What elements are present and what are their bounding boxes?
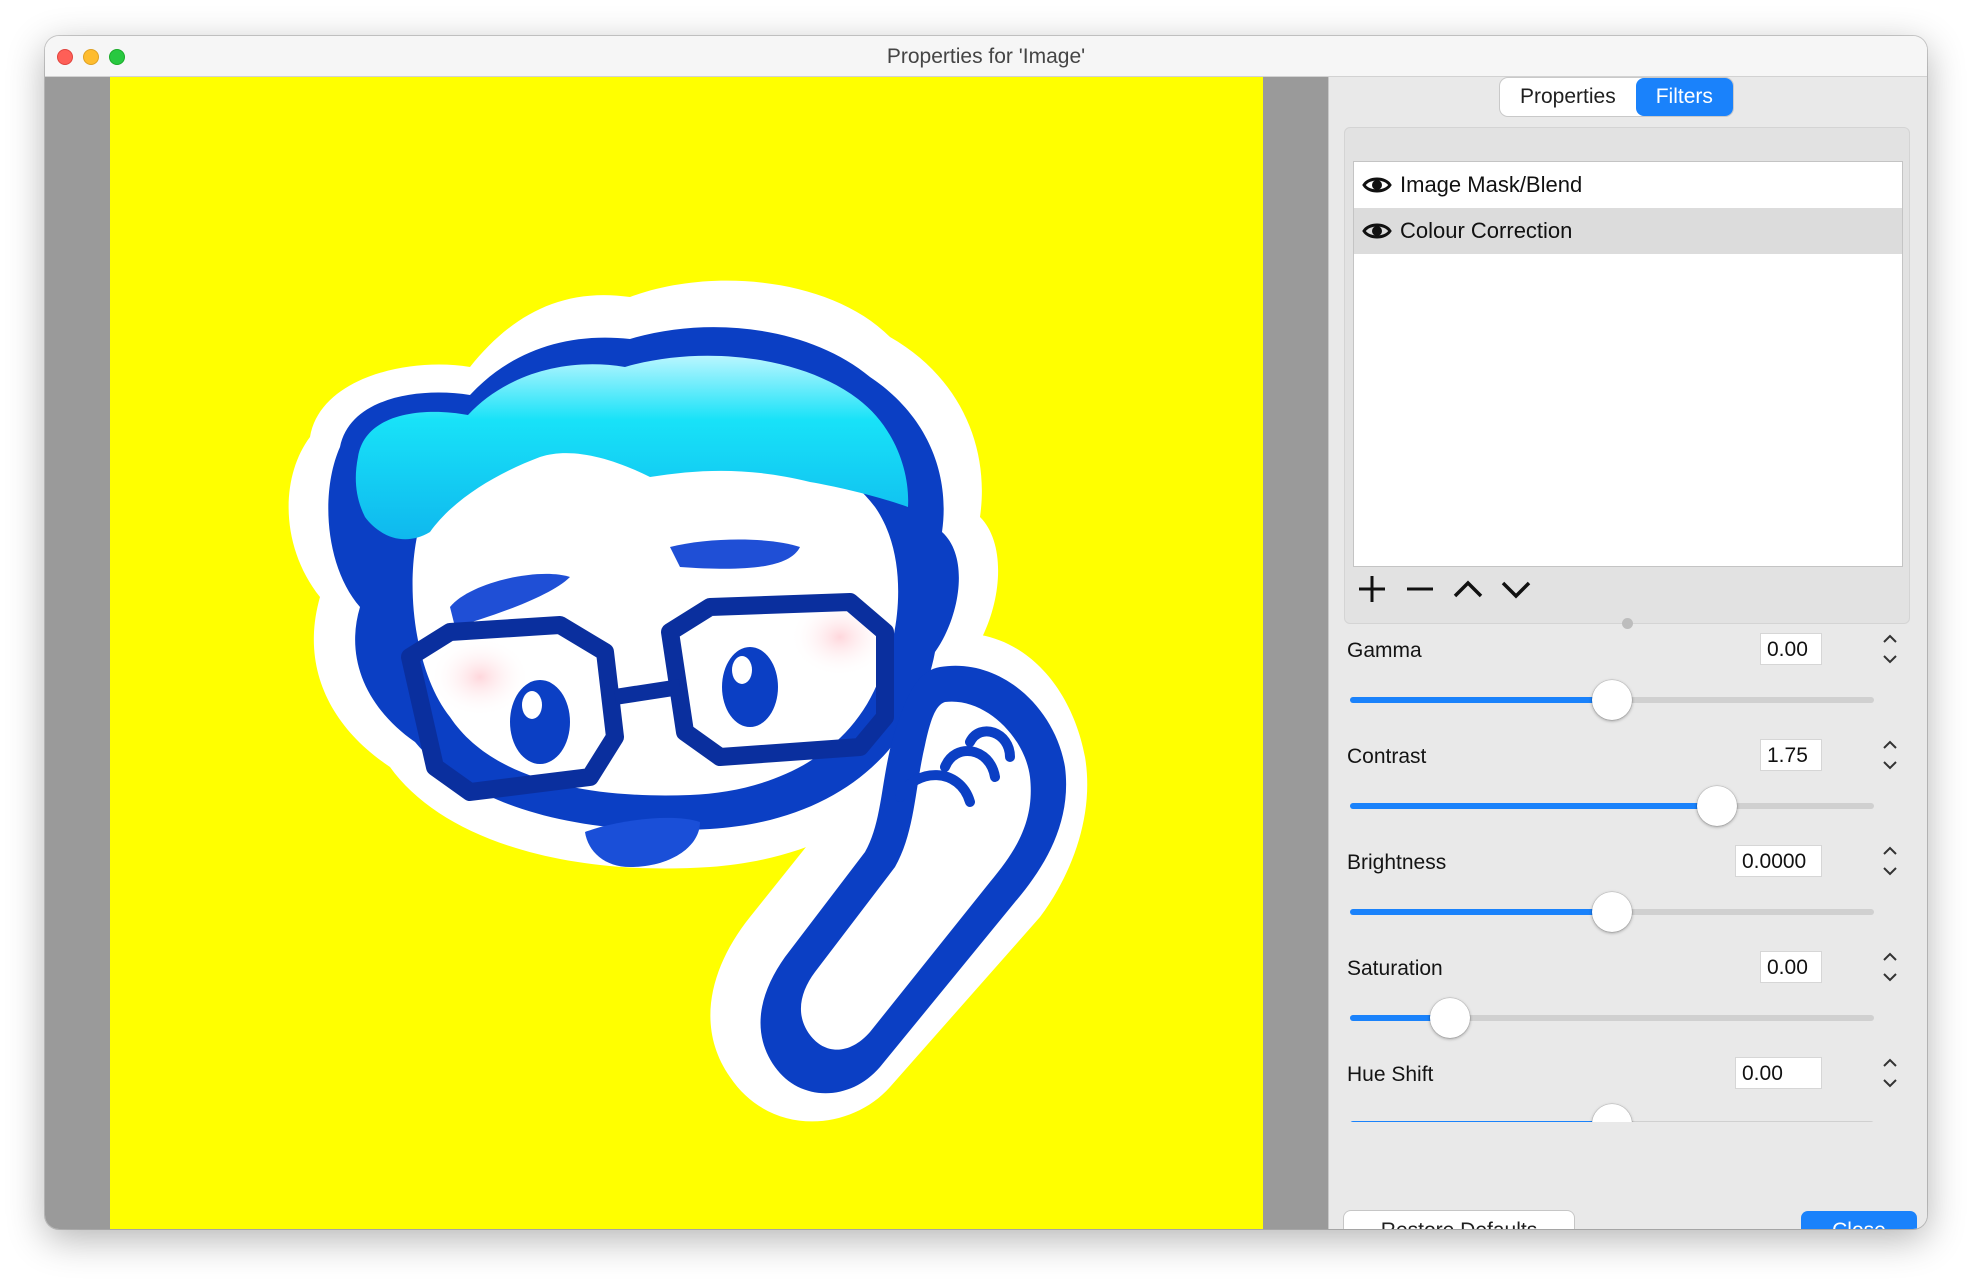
image-preview-area bbox=[45, 77, 1328, 1229]
saturation-slider[interactable] bbox=[1350, 998, 1874, 1038]
image-canvas bbox=[110, 77, 1263, 1229]
close-button[interactable]: Close bbox=[1801, 1211, 1917, 1229]
hue-shift-setting: Hue Shift 0.00 bbox=[1344, 1057, 1919, 1122]
title-bar: Properties for 'Image' bbox=[45, 36, 1927, 77]
tab-filters[interactable]: Filters bbox=[1635, 78, 1733, 116]
hue-shift-slider[interactable] bbox=[1350, 1104, 1874, 1122]
brightness-value-field[interactable]: 0.0000 bbox=[1735, 845, 1822, 877]
remove-filter-button[interactable] bbox=[1403, 572, 1437, 606]
contrast-slider-knob[interactable] bbox=[1696, 786, 1737, 826]
brightness-slider[interactable] bbox=[1350, 892, 1874, 932]
saturation-stepper[interactable] bbox=[1879, 948, 1901, 986]
brightness-slider-knob[interactable] bbox=[1592, 892, 1632, 932]
contrast-slider[interactable] bbox=[1350, 786, 1874, 826]
saturation-slider-knob[interactable] bbox=[1429, 998, 1470, 1038]
filter-list: Image Mask/Blend Colour Correction bbox=[1353, 161, 1903, 567]
filter-name: Colour Correction bbox=[1400, 218, 1573, 243]
hue-shift-stepper[interactable] bbox=[1879, 1054, 1901, 1092]
gamma-value-field[interactable]: 0.00 bbox=[1760, 633, 1822, 665]
tab-properties[interactable]: Properties bbox=[1500, 78, 1636, 116]
splitter-handle[interactable] bbox=[1622, 618, 1633, 629]
filter-item-image-mask-blend[interactable]: Image Mask/Blend bbox=[1354, 162, 1902, 208]
properties-window: Properties for 'Image' Properties Filter… bbox=[45, 36, 1927, 1229]
saturation-value-field[interactable]: 0.00 bbox=[1760, 951, 1822, 983]
filter-settings: Gamma 0.00 Contrast 1.75 Brightness 0.00… bbox=[1344, 633, 1919, 1122]
gamma-slider-knob[interactable] bbox=[1592, 680, 1632, 720]
saturation-setting: Saturation 0.00 bbox=[1344, 951, 1919, 1057]
gamma-label: Gamma bbox=[1347, 639, 1422, 662]
tab-segmented-control: Properties Filters bbox=[1500, 78, 1733, 116]
saturation-label: Saturation bbox=[1347, 957, 1443, 980]
plus-icon bbox=[1359, 576, 1385, 602]
contrast-value-field[interactable]: 1.75 bbox=[1760, 739, 1822, 771]
contrast-label: Contrast bbox=[1347, 745, 1427, 768]
minus-icon bbox=[1407, 587, 1433, 591]
eye-icon[interactable] bbox=[1362, 221, 1392, 241]
brightness-stepper[interactable] bbox=[1879, 842, 1901, 880]
restore-defaults-button[interactable]: Restore Defaults bbox=[1344, 1211, 1574, 1229]
filter-item-colour-correction[interactable]: Colour Correction bbox=[1354, 208, 1902, 254]
contrast-stepper[interactable] bbox=[1879, 736, 1901, 774]
gamma-stepper[interactable] bbox=[1879, 633, 1901, 668]
chevron-up-icon bbox=[1453, 580, 1483, 598]
gamma-slider[interactable] bbox=[1350, 680, 1874, 720]
gamma-setting: Gamma 0.00 bbox=[1344, 633, 1919, 739]
eye-icon[interactable] bbox=[1362, 175, 1392, 195]
mascot-image bbox=[288, 280, 1088, 1122]
filters-group: Image Mask/Blend Colour Correction bbox=[1344, 127, 1910, 624]
filters-panel: Properties Filters Image Mask/Blend Colo… bbox=[1328, 77, 1927, 1229]
move-filter-up-button[interactable] bbox=[1451, 572, 1485, 606]
hue-shift-label: Hue Shift bbox=[1347, 1063, 1434, 1086]
brightness-setting: Brightness 0.0000 bbox=[1344, 845, 1919, 951]
move-filter-down-button[interactable] bbox=[1499, 572, 1533, 606]
hue-shift-slider-knob[interactable] bbox=[1592, 1104, 1632, 1122]
hue-shift-value-field[interactable]: 0.00 bbox=[1735, 1057, 1822, 1089]
filter-list-toolbar bbox=[1355, 572, 1533, 606]
window-title: Properties for 'Image' bbox=[886, 45, 1086, 68]
chevron-down-icon bbox=[1501, 581, 1531, 599]
add-filter-button[interactable] bbox=[1355, 572, 1389, 606]
brightness-label: Brightness bbox=[1347, 851, 1447, 874]
contrast-setting: Contrast 1.75 bbox=[1344, 739, 1919, 845]
filter-name: Image Mask/Blend bbox=[1400, 172, 1583, 197]
